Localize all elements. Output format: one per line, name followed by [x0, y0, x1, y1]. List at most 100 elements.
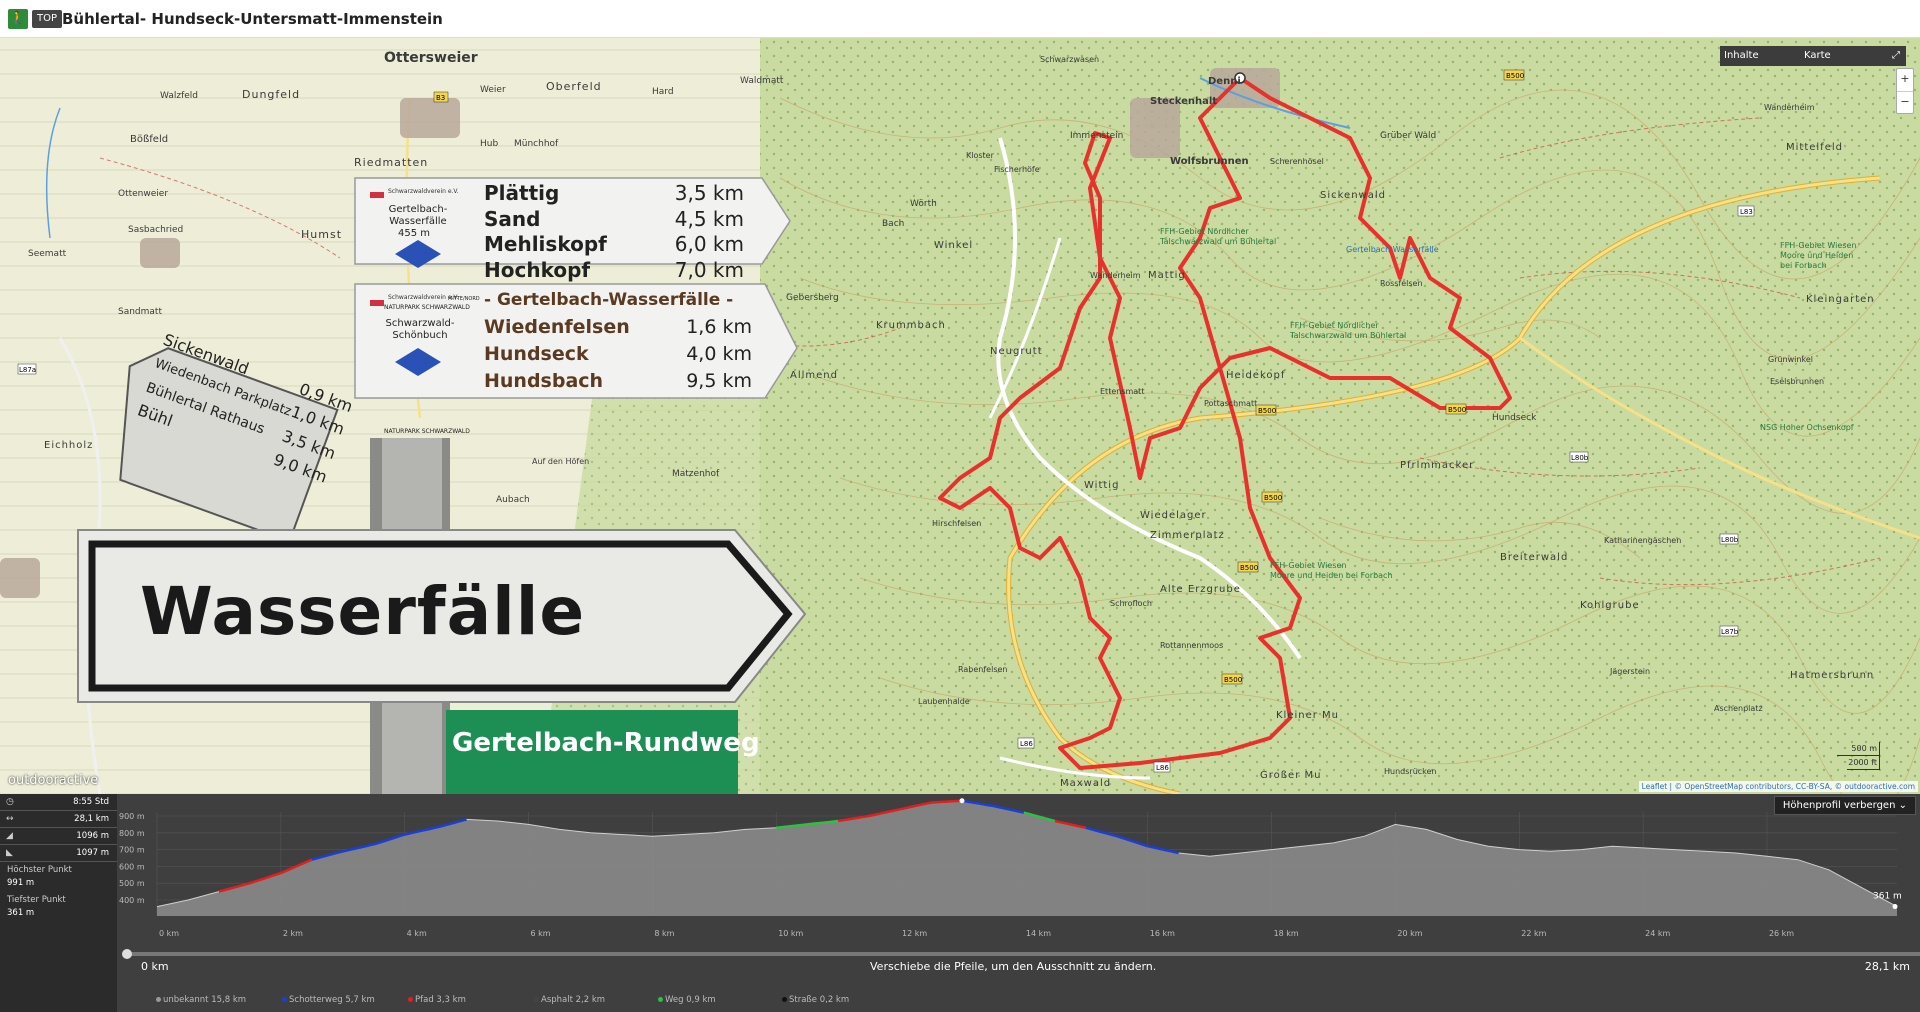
chevron-down-icon: ⌄	[1898, 800, 1907, 811]
svg-text:Dungfeld: Dungfeld	[242, 88, 300, 101]
svg-text:Talschwarzwald um Bühlertal: Talschwarzwald um Bühlertal	[1289, 331, 1406, 340]
x-tick-label: 26 km	[1769, 929, 1794, 938]
svg-text:Alte Erzgrube: Alte Erzgrube	[1160, 584, 1241, 595]
legend-item: Pfad 3,3 km	[408, 995, 466, 1005]
sign-dest: Hochkopf	[484, 257, 591, 282]
svg-text:Hundsrücken: Hundsrücken	[1384, 767, 1437, 776]
svg-text:Weier: Weier	[480, 85, 506, 95]
x-tick-label: 16 km	[1150, 929, 1175, 938]
sign-dist: 6,0 km	[674, 232, 744, 256]
svg-text:Aschenplatz: Aschenplatz	[1714, 704, 1763, 713]
svg-text:Hundseck: Hundseck	[1492, 413, 1537, 423]
svg-text:Steckenhalt: Steckenhalt	[1150, 96, 1217, 107]
svg-text:Eselsbrunnen: Eselsbrunnen	[1770, 377, 1824, 386]
x-tick-label: 24 km	[1645, 929, 1670, 938]
svg-text:L80b: L80b	[1571, 454, 1589, 462]
legend-dot	[408, 997, 413, 1002]
svg-text:FFH-Gebiet Nördlicher: FFH-Gebiet Nördlicher	[1290, 321, 1379, 330]
svg-text:Waldmatt: Waldmatt	[740, 76, 784, 86]
svg-text:Bößfeld: Bößfeld	[130, 134, 168, 145]
slider-start-label: 0 km	[141, 960, 169, 973]
tab-map[interactable]: Karte	[1804, 46, 1831, 66]
svg-text:Hard: Hard	[652, 87, 674, 97]
svg-text:Rossfelsen: Rossfelsen	[1380, 279, 1423, 288]
svg-text:Fischerhöfe: Fischerhöfe	[994, 165, 1040, 174]
svg-text:Jägerstein: Jägerstein	[1609, 667, 1650, 676]
svg-text:B3: B3	[436, 94, 445, 102]
tour-title: Bühlertal- Hundseck-Untersmatt-Immenstei…	[62, 10, 443, 28]
svg-text:Pottaschmatt: Pottaschmatt	[1204, 399, 1257, 408]
svg-text:Münchhof: Münchhof	[514, 139, 559, 149]
svg-text:Walzfeld: Walzfeld	[160, 91, 198, 101]
sign-upper-rows: Plättig 3,5 km Sand 4,5 km Mehliskopf 6,0 k…	[484, 181, 744, 283]
legend-item: unbekannt 15,8 km	[156, 995, 246, 1005]
svg-text:Mittelfeld: Mittelfeld	[1786, 142, 1843, 153]
sign-row: Plättig 3,5 km	[484, 181, 744, 207]
svg-text:Kloster: Kloster	[966, 151, 995, 160]
tab-contents[interactable]: Inhalte	[1724, 46, 1759, 66]
svg-text:L80b: L80b	[1721, 536, 1739, 544]
sign-location-1: Gertelbach-Wasserfälle	[388, 204, 448, 227]
map-view[interactable]: Ottersweier Walzfeld Dungfeld Bößfeld Ob…	[0, 38, 1920, 794]
sign-dest: Plättig	[484, 181, 560, 205]
elevation-chart[interactable]: 900 m 800 m 700 m 600 m 500 m 400 m 0 km 2 km 4 …	[117, 794, 1920, 1012]
stat-lowest: Tiefster Punkt 361 m	[0, 892, 117, 922]
zoom-out-button[interactable]: −	[1897, 92, 1913, 114]
legend-item: Schotterweg 5,7 km	[282, 995, 375, 1005]
svg-text:Scherenhösel: Scherenhösel	[1270, 157, 1324, 166]
sign-row: Sand 4,5 km	[484, 207, 744, 233]
legend-label: Weg 0,9 km	[665, 995, 716, 1005]
stat-highest: Höchster Punkt 991 m	[0, 862, 117, 892]
sign-row: Mehliskopf 6,0 km	[484, 232, 744, 258]
svg-text:Seematt: Seematt	[28, 249, 67, 259]
elevation-area	[157, 800, 1897, 916]
sign-big-text: Wasserfälle	[140, 573, 586, 650]
slider-hint: Verschiebe die Pfeile, um den Ausschnitt…	[870, 960, 1157, 973]
duration-value: 8:55 Std	[73, 797, 109, 807]
sign-dest: Hundsbach	[484, 370, 604, 392]
hide-profile-button[interactable]: Höhenprofil verbergen ⌄	[1773, 796, 1916, 815]
y-tick-label: 500 m	[119, 879, 145, 888]
svg-text:Wanderheim: Wanderheim	[1764, 103, 1815, 112]
sign-row: Hundseck 4,0 km	[484, 341, 752, 368]
sign-dist: 1,6 km	[686, 316, 752, 338]
svg-text:L86: L86	[1020, 740, 1033, 748]
svg-text:Ettensmatt: Ettensmatt	[1100, 387, 1144, 396]
y-tick-label: 800 m	[119, 829, 145, 838]
svg-text:Humst: Humst	[301, 228, 342, 241]
x-tick-label: 6 km	[531, 929, 551, 938]
scale-bar: 500 m 2000 ft	[1837, 742, 1880, 770]
highest-value: 991 m	[7, 878, 35, 888]
svg-text:L86: L86	[1156, 764, 1169, 772]
svg-text:Ottenweier: Ottenweier	[118, 189, 168, 199]
sign-location-2: Schwarzwald-Schönbuch	[385, 318, 455, 341]
x-tick-label: 22 km	[1521, 929, 1546, 938]
svg-text:Kleiner Mu: Kleiner Mu	[1276, 710, 1339, 721]
map-attribution[interactable]: Leaflet | © OpenStreetMap contributors, …	[1638, 781, 1918, 792]
clock-icon: ◷	[6, 797, 14, 807]
sign-row: Wiedenfelsen 1,6 km	[484, 314, 752, 341]
svg-text:Gertelbach-Wasserfälle: Gertelbach-Wasserfälle	[1346, 245, 1439, 254]
svg-text:FFH-Gebiet Wiesen: FFH-Gebiet Wiesen	[1780, 241, 1856, 250]
svg-text:FFH-Gebiet Wiesen: FFH-Gebiet Wiesen	[1270, 561, 1346, 570]
x-tick-label: 0 km	[159, 929, 179, 938]
fullscreen-icon[interactable]: ⤢	[1892, 46, 1900, 66]
zoom-in-button[interactable]: +	[1897, 69, 1913, 92]
svg-text:Krummbach: Krummbach	[876, 320, 946, 331]
svg-text:L87a: L87a	[19, 366, 36, 374]
svg-text:Auf den Höfen: Auf den Höfen	[532, 457, 589, 466]
svg-text:Ottersweier: Ottersweier	[384, 50, 478, 66]
svg-text:L83: L83	[1740, 208, 1753, 216]
peak-label: 991 m	[950, 794, 979, 796]
svg-text:Katharinengäschen: Katharinengäschen	[1604, 536, 1681, 545]
range-slider-start-handle[interactable]	[122, 949, 132, 959]
sign-naturpark-1: NATURPARK SCHWARZWALD	[384, 304, 470, 311]
slider-end-label: 28,1 km	[1864, 960, 1910, 973]
svg-text:L87b: L87b	[1721, 628, 1739, 636]
svg-text:B500: B500	[1258, 407, 1276, 415]
svg-text:Pfrimmacker: Pfrimmacker	[1400, 460, 1474, 471]
svg-text:Maxwald: Maxwald	[1060, 778, 1111, 789]
svg-text:Talschwarzwald um Bühlertal: Talschwarzwald um Bühlertal	[1159, 237, 1276, 246]
svg-text:Laubenhalde: Laubenhalde	[918, 697, 970, 706]
legend-item: Weg 0,9 km	[658, 995, 716, 1005]
